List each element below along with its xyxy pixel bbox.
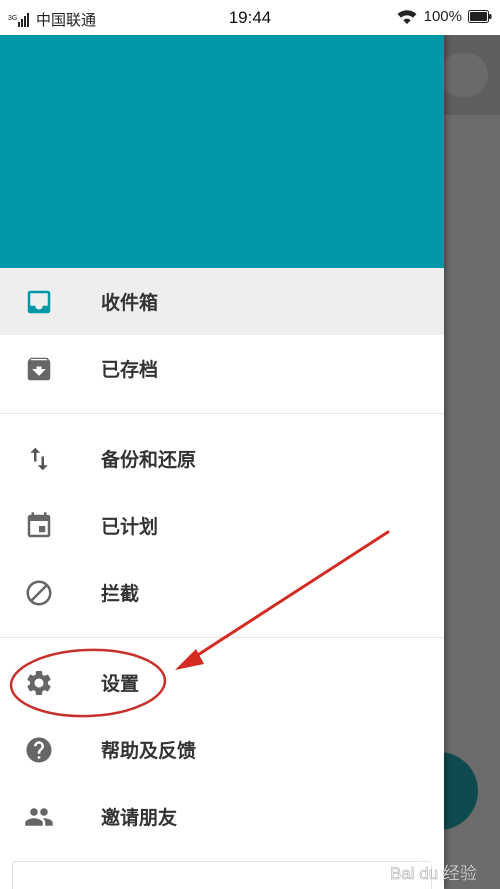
navigation-drawer: 收件箱已存档备份和还原已计划拦截设置帮助及反馈邀请朋友 <box>0 35 444 889</box>
status-bar: 3G 中国联通 19:44 100% <box>0 0 500 35</box>
people-icon <box>24 802 54 832</box>
nav-item-help[interactable]: 帮助及反馈 <box>0 716 444 783</box>
nav-item-label: 帮助及反馈 <box>101 741 197 762</box>
screen: 3G 中国联通 19:44 100% 收件箱 已存档 备份和还原 已计划 拦截 … <box>0 0 500 889</box>
nav-item-label: 已计划 <box>101 517 159 538</box>
nav-item-label: 设置 <box>101 674 140 695</box>
nav-item-calendar[interactable]: 已计划 <box>0 492 444 559</box>
inbox-icon <box>24 287 54 317</box>
nav-item-label: 拦截 <box>101 584 140 605</box>
nav-item-label: 邀请朋友 <box>101 808 178 829</box>
nav-item-label: 收件箱 <box>101 293 159 314</box>
nav-item-gear[interactable]: 设置 <box>0 649 444 716</box>
nav-item-archive[interactable]: 已存档 <box>0 335 444 402</box>
nav-item-label: 已存档 <box>101 360 159 381</box>
gear-icon <box>24 668 54 698</box>
drawer-header <box>0 35 444 268</box>
nav-divider <box>0 413 444 414</box>
watermark-text: Bai du 经验 <box>390 864 477 883</box>
nav-item-people[interactable]: 邀请朋友 <box>0 783 444 850</box>
search-bar[interactable] <box>440 53 488 97</box>
nav-item-block[interactable]: 拦截 <box>0 559 444 626</box>
baidu-watermark-logo: Bai du 经验 <box>390 857 477 883</box>
swap-vertical-icon <box>24 444 54 474</box>
calendar-icon <box>24 511 54 541</box>
nav-item-swap-vertical[interactable]: 备份和还原 <box>0 425 444 492</box>
archive-icon <box>24 354 54 384</box>
help-icon <box>24 735 54 765</box>
nav-list: 收件箱已存档备份和还原已计划拦截设置帮助及反馈邀请朋友 <box>0 268 444 850</box>
battery-percent: 100% <box>423 8 462 25</box>
wifi-icon <box>397 9 417 24</box>
nav-item-label: 备份和还原 <box>101 450 197 471</box>
nav-divider <box>0 637 444 638</box>
nav-item-inbox[interactable]: 收件箱 <box>0 268 444 335</box>
status-right: 100% <box>396 8 492 25</box>
promo-card[interactable] <box>12 861 432 889</box>
block-icon <box>24 578 54 608</box>
battery-icon <box>468 10 492 23</box>
